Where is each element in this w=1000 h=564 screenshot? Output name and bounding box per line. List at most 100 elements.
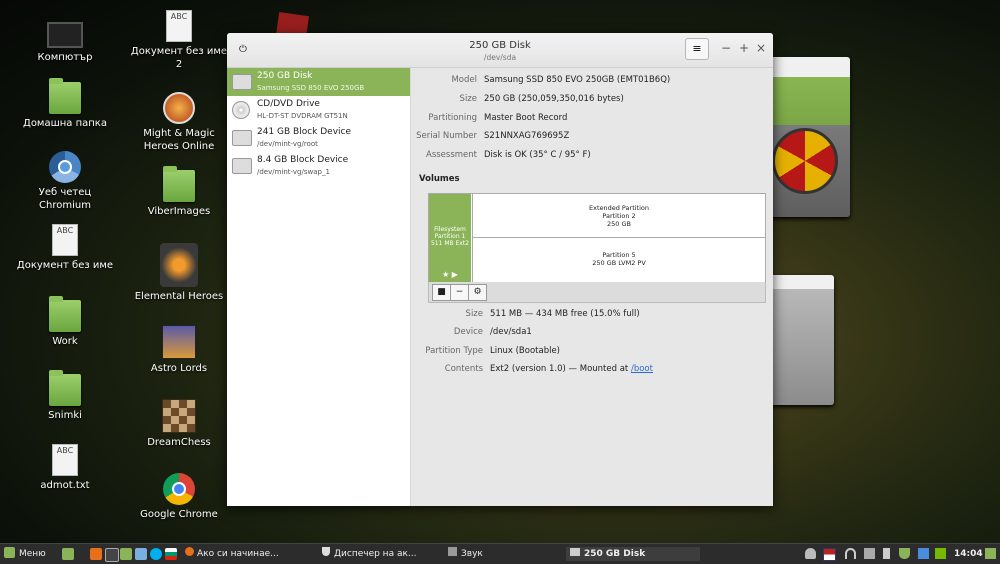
delete-partition-button[interactable]: − xyxy=(450,284,469,301)
elemental-heroes-icon xyxy=(160,243,198,287)
partition-type-value: Linux (Bootable) xyxy=(490,346,560,356)
serial-label: Serial Number xyxy=(416,131,477,141)
task-label: 250 GB Disk xyxy=(584,549,646,559)
volumes-map: Filesystem Partition 1 511 MB Ext2 ★ ▶ E… xyxy=(428,193,766,283)
maximize-button[interactable]: + xyxy=(739,42,749,54)
folder-icon xyxy=(49,370,81,406)
desktop-icon-label: Work xyxy=(52,336,78,347)
device-item-250gb-disk[interactable]: 250 GB Disk Samsung SSD 850 EVO 250GB xyxy=(227,68,410,96)
task-item-3[interactable]: Звук xyxy=(444,547,554,561)
desktop-icon-admot[interactable]: ABC admot.txt xyxy=(15,444,115,492)
desktop-icon-chromium[interactable]: Уеб четец Chromium xyxy=(15,151,115,212)
chromium-icon xyxy=(49,151,81,183)
task-item-4-active[interactable]: 250 GB Disk xyxy=(566,547,700,561)
size-label: Size xyxy=(459,94,477,104)
device-item-241gb-block[interactable]: 241 GB Block Device /dev/mint-vg/root xyxy=(227,124,410,152)
partition-type-label: Partition Type xyxy=(425,346,483,356)
language-flag-icon[interactable] xyxy=(165,548,177,560)
device-sub: Samsung SSD 850 EVO 250GB xyxy=(257,84,365,92)
mint-logo-icon xyxy=(4,547,15,558)
desktop-icon-computer[interactable]: Компютър xyxy=(15,16,115,64)
desktop-icon-home[interactable]: Домашна папка xyxy=(15,78,115,130)
device-item-8gb-block[interactable]: 8.4 GB Block Device /dev/mint-vg/swap_1 xyxy=(227,152,410,180)
menu-label: Меню xyxy=(19,549,46,559)
assessment-label: Assessment xyxy=(426,150,477,160)
folder-icon xyxy=(163,166,195,202)
partition-2-block[interactable]: Extended Partition Partition 2 250 GB xyxy=(472,194,765,238)
notifications-icon[interactable] xyxy=(985,548,996,559)
minimize-button[interactable]: − xyxy=(721,42,731,54)
contents-text: Ext2 (version 1.0) — Mounted at xyxy=(490,364,629,374)
device-sub: HL-DT-ST DVDRAM GT51N xyxy=(257,112,348,120)
hard-disk-icon xyxy=(232,74,252,90)
serial-value: S21NNXAG769695Z xyxy=(484,131,570,141)
files-icon[interactable] xyxy=(120,548,132,560)
device-name: 250 GB Disk xyxy=(257,71,313,81)
task-label: Ако си начинае... xyxy=(197,549,279,559)
partition-contents-label: Contents xyxy=(444,364,483,374)
folder-icon xyxy=(49,296,81,332)
task-item-2[interactable]: Диспечер на ак... xyxy=(318,547,438,561)
desktop-icon-chrome[interactable]: Google Chrome xyxy=(129,473,229,521)
task-label: Диспечер на ак... xyxy=(334,549,417,559)
gear-icon[interactable]: ⚙ xyxy=(468,284,487,301)
skype-icon[interactable] xyxy=(150,548,162,560)
might-magic-icon xyxy=(163,92,195,124)
volume-icon[interactable] xyxy=(864,548,875,559)
window-titlebar[interactable]: ⏻ 250 GB Disk /dev/sda ≡ − + × xyxy=(227,33,773,68)
partition-2-line3: 250 GB xyxy=(607,220,631,228)
desktop-icon-label: admot.txt xyxy=(40,480,90,491)
mount-point-link[interactable]: /boot xyxy=(631,364,653,374)
desktop-icon-label: Astro Lords xyxy=(150,363,208,374)
block-device-icon xyxy=(232,158,252,174)
partition-1-block[interactable]: Filesystem Partition 1 511 MB Ext2 ★ ▶ xyxy=(429,194,471,282)
desktop-icon-label: Документ без име xyxy=(16,260,114,271)
user-icon[interactable] xyxy=(805,548,816,559)
desktop-icon-label: Google Chrome xyxy=(140,509,218,520)
device-name: 241 GB Block Device xyxy=(257,127,352,137)
shield-icon[interactable] xyxy=(899,548,910,559)
sound-icon xyxy=(448,547,457,556)
partition-size-value: 511 MB — 434 MB free (15.0% full) xyxy=(490,309,640,319)
desktop-icon-doc2[interactable]: ABC Документ без име 2 xyxy=(129,10,229,71)
terminal-icon[interactable] xyxy=(105,548,119,562)
partition-size-label: Size xyxy=(465,309,483,319)
desktop-icon-might-magic[interactable]: Might & Magic Heroes Online xyxy=(129,92,229,153)
astro-lords-icon xyxy=(162,325,196,359)
menu-button-taskbar[interactable]: Меню xyxy=(4,547,46,561)
dreamchess-icon xyxy=(162,399,196,433)
text-document-icon: ABC xyxy=(52,444,78,476)
partitioning-value: Master Boot Record xyxy=(484,113,568,123)
file-manager-icon[interactable] xyxy=(135,548,147,560)
wifi-icon[interactable] xyxy=(845,548,856,559)
desktop-icon-doc[interactable]: ABC Документ без име xyxy=(15,224,115,272)
firefox-icon[interactable] xyxy=(90,548,102,560)
desktop-icon-work[interactable]: Work xyxy=(15,296,115,348)
desktop-icon-elemental[interactable]: Elemental Heroes xyxy=(129,243,229,303)
disks-window: ⏻ 250 GB Disk /dev/sda ≡ − + × 250 GB Di… xyxy=(227,33,773,506)
desktop-icon-astro[interactable]: Astro Lords xyxy=(129,325,229,375)
keyboard-layout-flag-icon[interactable] xyxy=(823,548,836,561)
battery-icon[interactable] xyxy=(883,548,890,559)
task-item-1[interactable]: Ако си начинае... xyxy=(182,547,307,561)
close-button[interactable]: × xyxy=(756,42,766,54)
partition-2-line2: Partition 2 xyxy=(602,212,636,220)
show-desktop-icon[interactable] xyxy=(62,548,74,560)
nvidia-icon[interactable] xyxy=(935,548,946,559)
desktop-icon-viberimages[interactable]: ViberImages xyxy=(129,166,229,218)
mounted-star-play-icon: ★ ▶ xyxy=(442,270,458,279)
block-device-icon xyxy=(232,130,252,146)
partition-device-label: Device xyxy=(453,327,483,337)
bluetooth-icon[interactable] xyxy=(918,548,929,559)
radiation-icon xyxy=(772,128,838,194)
desktop-icon-snimki[interactable]: Snimki xyxy=(15,370,115,422)
device-item-cd-dvd[interactable]: CD/DVD Drive HL-DT-ST DVDRAM GT51N xyxy=(227,96,410,124)
home-folder-icon xyxy=(49,78,81,114)
computer-icon xyxy=(47,22,83,48)
desktop-icon-dreamchess[interactable]: DreamChess xyxy=(129,399,229,449)
menu-button[interactable]: ≡ xyxy=(685,38,709,60)
unmount-button[interactable]: ■ xyxy=(432,284,451,301)
partition-5-block[interactable]: Partition 5 250 GB LVM2 PV xyxy=(472,238,765,282)
clock[interactable]: 14:04 xyxy=(954,547,983,561)
taskbar: Меню Ако си начинае... Диспечер на ак...… xyxy=(0,543,1000,564)
